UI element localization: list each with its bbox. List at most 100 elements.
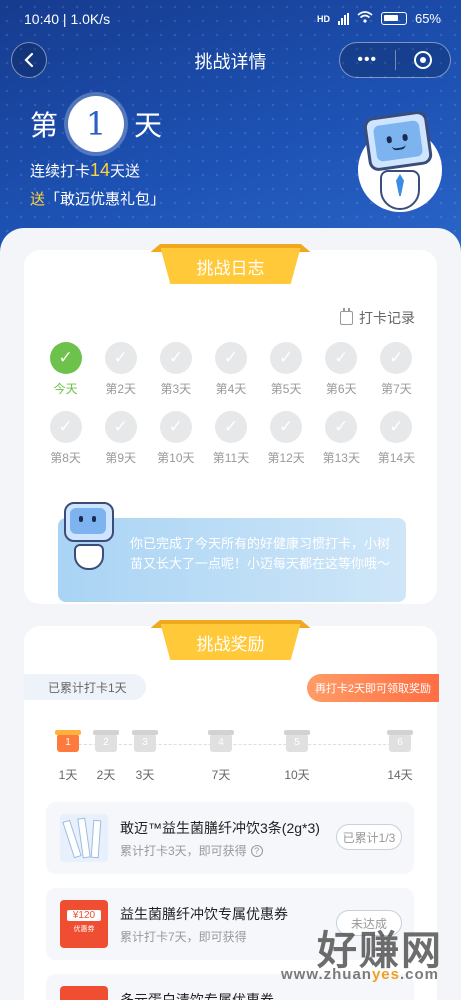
encouragement-text: 你已完成了今天所有的好健康习惯打卡，小树苗又长大了一点呢！小迈每天都在这等你哦～	[130, 536, 391, 571]
check-icon: ✓	[214, 342, 247, 374]
more-icon: •••	[357, 51, 378, 68]
product-thumbnail	[60, 814, 108, 862]
day-cell: ✓ 第14天	[369, 411, 424, 466]
battery-icon	[380, 12, 407, 25]
day-label: 第9天	[105, 451, 137, 465]
check-icon: ✓	[49, 342, 82, 374]
watermark-url-highlight: yes	[371, 966, 400, 983]
reward-title: 敢迈™益生菌膳纤冲饮3条(2g*3)	[120, 820, 320, 836]
gift-prefix: 送	[30, 191, 46, 208]
day-cell: ✓ 第11天	[203, 411, 258, 466]
mascot-icon	[60, 502, 120, 572]
close-button[interactable]	[396, 43, 451, 77]
signal-bars-icon	[337, 12, 349, 25]
coupon-amount: ¥120	[67, 910, 101, 921]
day-cell: ✓ 第9天	[93, 411, 148, 466]
reward-status-button[interactable]: 已累计1/3	[336, 824, 402, 850]
watermark-url-suffix: .com	[399, 966, 439, 983]
status-time: 10:40 | 1.0K/s	[24, 11, 111, 27]
gift-box-icon: 4	[208, 730, 234, 752]
day-cell: ✓ 第10天	[148, 411, 203, 466]
more-button[interactable]: •••	[340, 43, 395, 77]
milestone-label: 3天	[135, 768, 155, 782]
coupon-label: 优惠券	[73, 926, 95, 933]
reward-subtitle: 累计打卡3天，即可获得 ?	[120, 842, 263, 859]
day-number: 1	[68, 96, 125, 152]
check-icon: ✓	[159, 411, 192, 443]
milestone-3: 3 3天	[125, 730, 165, 783]
nav-bar: 挑战详情 •••	[0, 42, 461, 82]
day-label: 第3天	[160, 382, 192, 396]
milestone-label: 14天	[387, 768, 413, 782]
milestone-1: 1 1天	[48, 730, 88, 783]
check-icon: ✓	[159, 342, 192, 374]
milestone-label: 7天	[211, 768, 231, 782]
challenge-log-card: 挑战日志 打卡记录 ✓ 今天 ✓ 第2天 ✓ 第3天 ✓ 第4天 ✓ 第5天 ✓ 第6天 ✓…	[24, 244, 437, 604]
gift-box-icon: 5	[284, 730, 310, 752]
gift-text: 送「敢迈优惠礼包」	[30, 188, 165, 209]
mascot-illustration	[352, 108, 448, 218]
reward-condition: 累计打卡7天，即可获得	[120, 930, 247, 944]
watermark-url-prefix: www.zhuan	[281, 966, 372, 983]
gift-box-icon: 1	[55, 730, 81, 752]
check-icon: ✓	[380, 342, 413, 374]
log-ribbon: 挑战日志	[150, 244, 311, 284]
day-cell: ✓ 今天	[38, 342, 93, 397]
gift-box-icon: 3	[132, 730, 158, 752]
milestone-14: 6 14天	[380, 730, 420, 783]
day-cell: ✓ 第13天	[314, 411, 369, 466]
day-label: 今天	[53, 382, 78, 396]
mini-program-capsule: •••	[339, 42, 451, 78]
log-title: 挑战日志	[160, 248, 301, 284]
day-label: 第12天	[267, 451, 305, 465]
reward-title: 益生菌膳纤冲饮专属优惠券	[120, 906, 288, 922]
check-icon: ✓	[104, 411, 137, 443]
coupon-thumbnail	[60, 986, 108, 1000]
day-cell: ✓ 第2天	[93, 342, 148, 397]
milestone-track: 1 1天 2 2天 3 3天 4 7天 5 10天 6 14天	[48, 730, 420, 783]
day-label: 第8天	[50, 451, 81, 465]
signal-icon: HD	[316, 13, 330, 24]
day-cell: ✓ 第4天	[203, 342, 258, 397]
content-area: 挑战日志 打卡记录 ✓ 今天 ✓ 第2天 ✓ 第3天 ✓ 第4天 ✓ 第5天 ✓ 第6天 ✓…	[0, 228, 461, 1000]
day-label: 第6天	[325, 382, 357, 396]
milestone-label: 2天	[96, 768, 116, 782]
day-cell: ✓ 第7天	[369, 342, 424, 397]
day-grid: ✓ 今天 ✓ 第2天 ✓ 第3天 ✓ 第4天 ✓ 第5天 ✓ 第6天 ✓ 第7天 ✓ 第8天 ✓…	[38, 342, 424, 466]
day-cell: ✓ 第8天	[38, 411, 93, 466]
check-icon: ✓	[49, 411, 82, 443]
watermark-url: www.zhuanyes.com	[281, 966, 439, 983]
day-label: 第10天	[157, 451, 195, 465]
reward-condition: 累计打卡3天，即可获得	[120, 844, 247, 858]
milestone-10: 5 10天	[277, 730, 317, 783]
checkin-record-link[interactable]: 打卡记录	[340, 308, 415, 328]
help-icon[interactable]: ?	[250, 844, 263, 857]
calendar-icon	[340, 308, 353, 325]
day-label: 第14天	[377, 451, 416, 465]
milestone-label: 10天	[284, 768, 310, 782]
check-icon: ✓	[104, 342, 137, 374]
target-icon	[413, 51, 432, 69]
reward-title: 多元蛋白清饮专属优惠券	[120, 992, 274, 1000]
battery-percent: 65%	[414, 11, 441, 26]
reward-item: 敢迈™益生菌膳纤冲饮3条(2g*3) 累计打卡3天，即可获得 ? 已累计1/3	[46, 802, 414, 874]
check-icon: ✓	[214, 411, 247, 443]
day-label: 第7天	[381, 382, 412, 396]
gift-box-icon: 2	[93, 730, 119, 752]
gift-name: 「敢迈优惠礼包」	[45, 191, 166, 208]
streak-days: 14	[90, 160, 111, 180]
day-label: 第4天	[215, 382, 247, 396]
encouragement-box: 你已完成了今天所有的好健康习惯打卡，小树苗又长大了一点呢！小迈每天都在这等你哦～	[58, 502, 406, 602]
reward-subtitle: 累计打卡7天，即可获得	[120, 928, 247, 945]
milestone-7: 4 7天	[201, 730, 241, 783]
day-cell: ✓ 第3天	[148, 342, 203, 397]
day-label: 第2天	[105, 382, 137, 396]
checkin-record-label: 打卡记录	[359, 310, 415, 326]
check-icon: ✓	[325, 342, 358, 374]
rewards-ribbon: 挑战奖励	[150, 620, 311, 660]
check-icon: ✓	[270, 411, 303, 443]
check-icon: ✓	[380, 411, 413, 443]
streak-prefix: 连续打卡	[30, 163, 91, 180]
wifi-icon	[357, 11, 373, 26]
day-label: 第13天	[322, 451, 360, 465]
